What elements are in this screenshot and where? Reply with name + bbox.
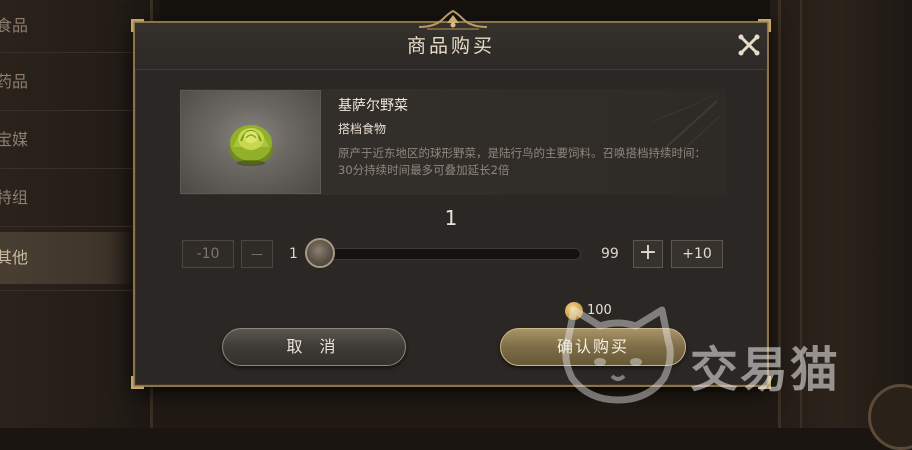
sidebar-divider [0, 110, 140, 111]
sidebar-divider [0, 168, 140, 169]
confirm-purchase-button[interactable]: 确认购买 [500, 328, 686, 366]
sidebar-item-media[interactable]: 宝媒 [0, 114, 134, 166]
sidebar-item-set[interactable]: 特组 [0, 172, 134, 224]
background-bottom [150, 392, 780, 428]
background-frame-line [778, 0, 781, 428]
sidebar-item-medicine[interactable]: 药品 [0, 56, 134, 108]
minus-button[interactable]: — [241, 240, 273, 268]
sidebar-divider [0, 52, 140, 53]
sidebar-divider [0, 226, 140, 227]
purchase-dialog: 商品购买 基萨尔野菜 搭档食物 原产于近东地区的球形野菜，是陆行鸟的主要饲料。召… [131, 9, 771, 389]
sidebar-item-food[interactable]: 食品 [0, 0, 134, 52]
corner-ornament-icon [131, 376, 144, 389]
dialog-title: 商品购买 [406, 35, 495, 57]
gold-coin-icon [565, 302, 583, 320]
plus-button[interactable]: + [633, 240, 663, 268]
sidebar-item-other[interactable]: 其他 [0, 232, 134, 284]
item-thumbnail [180, 90, 321, 194]
background-frame-line [800, 0, 802, 428]
background-right-panel [770, 0, 912, 428]
close-icon[interactable] [737, 33, 761, 57]
sidebar-divider [0, 290, 140, 291]
item-type: 搭档食物 [338, 122, 387, 136]
item-description: 原产于近东地区的球形野菜，是陆行鸟的主要饲料。召唤搭档持续时间：30分持续时间最… [338, 146, 706, 177]
minus-10-button[interactable]: -10 [182, 240, 234, 268]
plus-10-button[interactable]: +10 [671, 240, 723, 268]
slider-min-label: 1 [289, 246, 298, 262]
price-amount: 100 [587, 303, 612, 318]
slider-max-label: 99 [601, 246, 619, 262]
quantity-slider-track[interactable] [309, 248, 581, 260]
cancel-button[interactable]: 取 消 [222, 328, 406, 366]
cabbage-icon [229, 125, 273, 166]
item-name: 基萨尔野菜 [338, 98, 408, 114]
quantity-value: 1 [444, 206, 458, 230]
corner-ornament-icon [758, 376, 771, 389]
quantity-slider-handle[interactable] [305, 238, 335, 268]
